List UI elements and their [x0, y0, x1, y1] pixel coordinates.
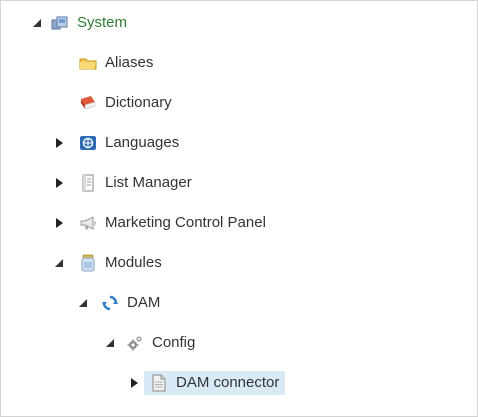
tree-item-system[interactable]: System — [33, 9, 127, 37]
tree-item-dam-connector[interactable]: DAM connector — [129, 369, 286, 397]
tree-item-label: DAM — [127, 294, 161, 311]
system-icon — [51, 14, 69, 32]
tree-item-label: System — [77, 14, 128, 31]
expanded-arrow-icon[interactable] — [54, 257, 64, 269]
content-tree-panel: System Aliases Dictionary Languages List… — [0, 0, 478, 417]
tree-item-label: Aliases — [105, 54, 154, 71]
tree-item-dam[interactable]: DAM — [78, 289, 160, 317]
jar-icon — [79, 254, 97, 272]
languages-icon — [79, 134, 97, 152]
tree-item-marketing-control-panel[interactable]: Marketing Control Panel — [54, 209, 266, 237]
tree-item-label: Languages — [105, 134, 180, 151]
book-icon — [79, 94, 97, 112]
list-icon — [79, 174, 97, 192]
tree-item-dictionary[interactable]: Dictionary — [79, 89, 172, 117]
expanded-arrow-icon[interactable] — [105, 337, 115, 349]
collapsed-arrow-icon[interactable] — [129, 377, 139, 389]
tree-item-label: List Manager — [105, 174, 192, 191]
tree-item-label: DAM connector — [176, 374, 280, 391]
sync-icon — [101, 294, 119, 312]
document-icon — [150, 374, 168, 392]
collapsed-arrow-icon[interactable] — [54, 137, 64, 149]
tree-item-list-manager[interactable]: List Manager — [54, 169, 192, 197]
tree-item-label: Config — [152, 334, 196, 351]
expanded-arrow-icon[interactable] — [78, 297, 88, 309]
tree-item-languages[interactable]: Languages — [54, 129, 179, 157]
tree-item-aliases[interactable]: Aliases — [79, 49, 153, 77]
tree-item-label: Modules — [105, 254, 162, 271]
collapsed-arrow-icon[interactable] — [54, 217, 64, 229]
tree-item-label: Dictionary — [105, 94, 172, 111]
megaphone-icon — [79, 214, 97, 232]
folder-icon — [79, 54, 97, 72]
tree-item-config[interactable]: Config — [105, 329, 195, 357]
selected-highlight[interactable]: DAM connector — [144, 371, 286, 395]
tree-item-modules[interactable]: Modules — [54, 249, 162, 277]
tree-item-label: Marketing Control Panel — [105, 214, 266, 231]
gears-icon — [126, 334, 144, 352]
collapsed-arrow-icon[interactable] — [54, 177, 64, 189]
expanded-arrow-icon[interactable] — [32, 17, 42, 29]
